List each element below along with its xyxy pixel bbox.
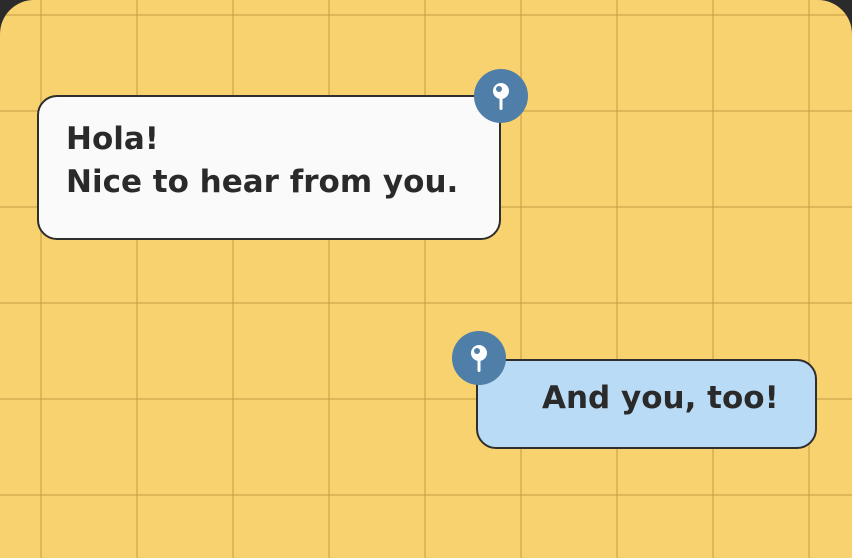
message-line: Nice to hear from you. — [66, 164, 459, 201]
chat-background: Hola! Nice to hear from you. And you, to… — [0, 0, 852, 558]
message-line: And you, too! — [542, 380, 779, 416]
message-line: Hola! — [66, 121, 159, 157]
pin-icon[interactable] — [452, 331, 506, 385]
outgoing-message-bubble[interactable]: And you, too! — [476, 359, 817, 449]
pin-icon[interactable] — [474, 69, 528, 123]
incoming-message-bubble[interactable]: Hola! Nice to hear from you. — [37, 95, 501, 240]
